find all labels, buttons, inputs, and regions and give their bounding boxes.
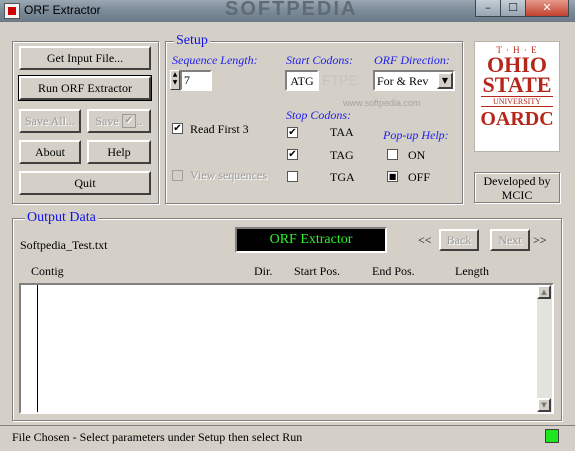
credit-line2: MCIC <box>501 188 533 202</box>
results-scrollbar[interactable]: ▲ ▼ <box>537 285 552 412</box>
popup-on-radio[interactable] <box>387 149 398 160</box>
view-sequences-label: View sequences <box>190 168 267 182</box>
popup-help-label: Pop-up Help: <box>383 128 449 142</box>
watermark-url: www.softpedia.com <box>343 98 421 108</box>
column-header-length: Length <box>455 264 489 278</box>
read-first-label: Read First 3 <box>190 122 249 136</box>
output-title: Output Data <box>25 210 98 226</box>
status-divider <box>0 425 575 426</box>
watermark-overlay: FTPE <box>322 72 358 88</box>
maximize-button[interactable]: ☐ <box>500 0 526 17</box>
stop-codon-taa-label: TAA <box>330 125 354 139</box>
status-text: File Chosen - Select parameters under Se… <box>12 430 303 444</box>
read-first-checkbox[interactable]: ✔ <box>172 123 183 134</box>
orf-direction-value: For & Rev <box>377 74 429 88</box>
sequence-length-spinner[interactable]: ▲ ▼ <box>170 70 180 90</box>
credit-box: Developed by MCIC <box>474 172 560 203</box>
help-button[interactable]: Help <box>87 140 151 164</box>
logo-oardc: OARDC <box>480 108 554 130</box>
popup-on-label: ON <box>408 148 426 162</box>
start-codon-input[interactable]: ATG <box>285 70 319 91</box>
checkmark-icon: ✔ <box>121 114 136 128</box>
close-button[interactable]: ✕ <box>525 0 569 17</box>
stop-codons-label: Stop Codons: <box>286 108 352 122</box>
osu-oardc-logo: T · H · E OHIO STATE UNIVERSITY OARDC <box>474 41 560 152</box>
window-title: ORF Extractor <box>24 3 101 17</box>
status-display: ORF Extractor <box>235 227 387 253</box>
sequence-length-label: Sequence Length: <box>172 53 258 67</box>
get-input-file-button[interactable]: Get Input File... <box>19 46 151 70</box>
run-orf-extractor-button[interactable]: Run ORF Extractor <box>18 75 152 101</box>
status-indicator <box>545 429 559 443</box>
spin-up-icon: ▲ <box>172 71 178 78</box>
column-header-end-pos: End Pos. <box>372 264 415 278</box>
list-divider <box>37 285 38 412</box>
back-button[interactable]: Back <box>439 229 479 251</box>
save-selected-button[interactable]: Save ✔ .. <box>87 109 151 133</box>
stop-codon-tga-label: TGA <box>330 170 355 184</box>
about-button[interactable]: About <box>19 140 81 164</box>
logo-university: UNIVERSITY <box>481 96 553 107</box>
quit-button[interactable]: Quit <box>19 171 151 195</box>
logo-state: STATE <box>482 72 552 97</box>
minimize-button[interactable]: – <box>475 0 501 17</box>
next-button[interactable]: Next <box>490 229 530 251</box>
column-header-start-pos: Start Pos. <box>294 264 341 278</box>
column-header-contig: Contig <box>31 264 64 278</box>
scroll-down-icon[interactable]: ▼ <box>537 398 551 412</box>
column-header-dir: Dir. <box>254 264 273 278</box>
save-all-button[interactable]: Save All... <box>19 109 81 133</box>
credit-line1: Developed by <box>483 174 551 188</box>
input-filename: Softpedia_Test.txt <box>20 238 108 252</box>
spin-down-icon: ▼ <box>172 79 178 86</box>
stop-codon-tag-label: TAG <box>330 148 354 162</box>
watermark: SOFTPEDIA <box>225 0 358 20</box>
popup-off-label: OFF <box>408 170 431 184</box>
title-bar[interactable]: ORF Extractor SOFTPEDIA – ☐ ✕ <box>0 0 575 22</box>
prev-nav-icon: << <box>418 233 432 247</box>
scroll-up-icon[interactable]: ▲ <box>537 285 551 299</box>
setup-title: Setup <box>174 33 210 49</box>
popup-off-radio[interactable]: ■ <box>387 171 398 182</box>
stop-codon-tga-checkbox[interactable] <box>287 171 298 182</box>
app-icon <box>4 3 20 19</box>
save-selected-label: Save <box>95 113 119 128</box>
dropdown-arrow-icon[interactable]: ▼ <box>437 72 453 89</box>
start-codons-label: Start Codons: <box>286 53 354 67</box>
ellipsis-icon: .. <box>136 113 143 128</box>
stop-codon-taa-checkbox[interactable]: ✔ <box>287 127 298 138</box>
results-list[interactable]: ▲ ▼ <box>19 283 554 414</box>
orf-direction-select[interactable]: For & Rev ▼ <box>373 70 455 91</box>
view-sequences-checkbox[interactable] <box>172 170 183 181</box>
orf-direction-label: ORF Direction: <box>374 53 450 67</box>
next-nav-icon: >> <box>533 233 547 247</box>
stop-codon-tag-checkbox[interactable]: ✔ <box>287 149 298 160</box>
sequence-length-input[interactable]: 7 <box>180 70 212 91</box>
run-button-label: Run ORF Extractor <box>38 80 132 95</box>
